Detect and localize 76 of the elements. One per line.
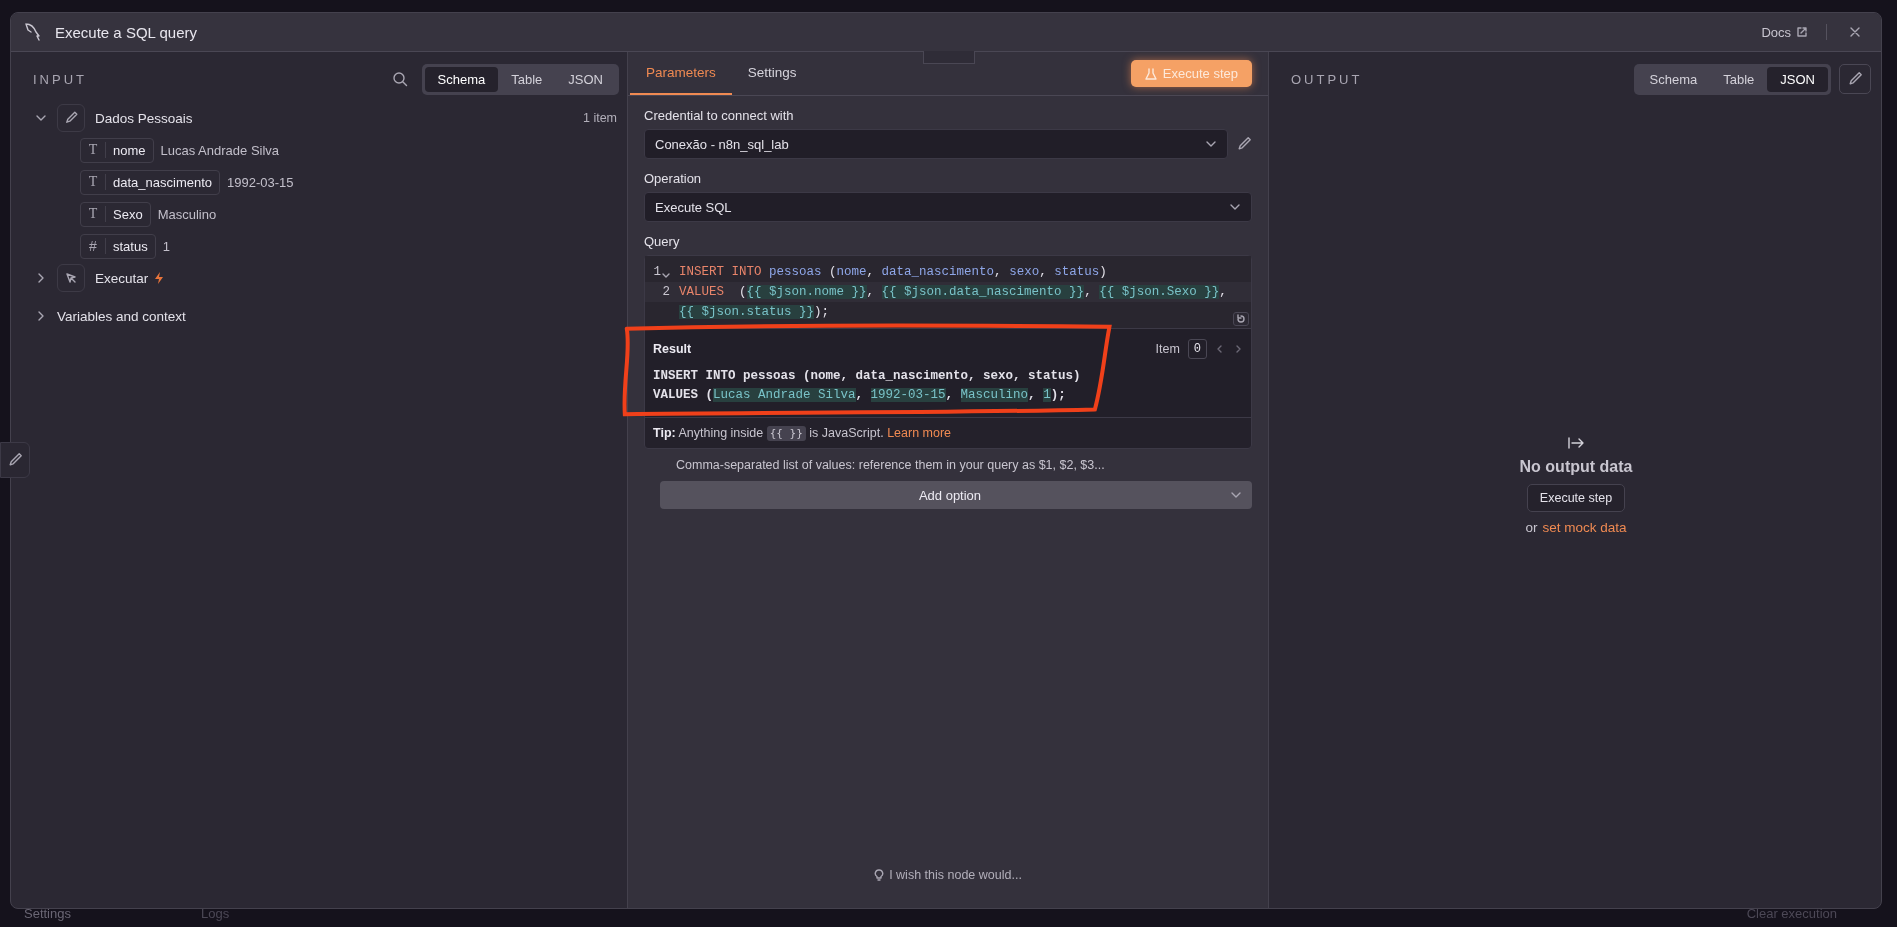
view-tab[interactable]: Table — [1710, 66, 1768, 92]
type-glyph: # — [81, 238, 106, 254]
field-key: data_nascimento — [106, 174, 219, 190]
learn-more-link[interactable]: Learn more — [887, 426, 952, 440]
close-icon — [1849, 26, 1861, 38]
variables-section-toggle[interactable]: Variables and context — [57, 308, 186, 324]
helper-text: Comma-separated list of values: reference them in your query as $1, $2, $3... — [675, 457, 1106, 472]
panel-heading: OUTPUT — [1290, 71, 1363, 87]
cursor-icon — [64, 271, 78, 285]
tab[interactable]: Settings — [731, 52, 813, 95]
field-value: 1992-03-15 — [227, 174, 294, 190]
view-tab[interactable]: Schema — [424, 66, 499, 92]
restore-icon — [1236, 314, 1246, 324]
field-key: Sexo — [106, 206, 150, 222]
line-number: 1 — [653, 264, 661, 281]
lightbulb-icon — [874, 869, 885, 881]
node-name[interactable]: Executar — [95, 270, 149, 286]
panel-heading: INPUT — [32, 71, 87, 87]
execute-step-button[interactable]: Execute step — [1526, 483, 1626, 512]
edit-output-button[interactable] — [1839, 64, 1871, 94]
item-label: Item — [1155, 342, 1180, 356]
window-title: Execute a SQL query — [55, 23, 198, 41]
tip-text: Tip: Anything inside {{ }} is JavaScript. Learn more — [645, 417, 1251, 448]
field-value: Lucas Andrade Silva — [160, 142, 280, 158]
field-key-pill[interactable]: # status — [80, 233, 156, 259]
item-count: 1 item — [582, 111, 618, 125]
code-editor[interactable]: 1 INSERT INTO pessoas (nome, data_nascimento, sexo, status) 2 VALUES ({{ $json.nome }}, {{ $json.data_nascimento }}, {{ $json.Sexo }}, {{ $json.status }}); — [645, 256, 1251, 328]
field-label: Query — [644, 234, 681, 249]
set-mock-data-link[interactable]: set mock data — [1542, 519, 1627, 535]
code-line: INSERT INTO pessoas (nome, data_nascimento, sexo, status) — [679, 264, 1107, 281]
empty-state-title: No output data — [1519, 457, 1633, 476]
field-key-pill[interactable]: T nome — [80, 137, 154, 163]
external-link-icon — [1796, 26, 1808, 38]
resize-button[interactable] — [1233, 312, 1249, 326]
view-tab[interactable]: JSON — [1767, 66, 1828, 92]
field-value: Masculino — [157, 206, 217, 222]
type-glyph: T — [81, 174, 106, 190]
edit-credential-button[interactable] — [1236, 136, 1252, 152]
type-glyph: T — [81, 142, 106, 158]
field-key-pill[interactable]: T Sexo — [80, 201, 151, 227]
add-option-button[interactable]: Add option — [660, 481, 1252, 509]
lightning-icon — [154, 272, 165, 284]
search-icon[interactable] — [391, 71, 408, 87]
pencil-icon — [64, 111, 78, 125]
tab[interactable]: Parameters — [630, 52, 732, 95]
pencil-icon — [1847, 71, 1863, 87]
result-line: INSERT INTO pessoas (nome, data_nascimento, sexo, status) — [653, 368, 1082, 385]
field-value: 1 — [162, 238, 170, 254]
field-key: status — [106, 238, 155, 254]
field-key-pill[interactable]: T data_nascimento — [80, 169, 220, 195]
result-label: Result — [653, 342, 692, 356]
line-number: 2 — [662, 284, 670, 301]
edit-button[interactable] — [0, 442, 30, 478]
field-key: nome — [106, 142, 153, 158]
pencil-icon — [7, 452, 23, 468]
view-tab[interactable]: JSON — [555, 66, 616, 92]
view-tab[interactable]: Schema — [1636, 66, 1711, 92]
view-tab[interactable]: Table — [498, 66, 556, 92]
dropdown-field[interactable]: Conexão - n8n_sql_lab — [644, 129, 1228, 159]
docs-link[interactable]: Docs — [1761, 24, 1808, 40]
logs-label: Logs — [201, 905, 230, 921]
node-name[interactable]: Dados Pessoais — [95, 110, 193, 126]
sidebar-label: Settings — [24, 905, 71, 921]
drag-handle[interactable] — [923, 51, 975, 64]
type-glyph: T — [81, 206, 106, 222]
dropdown-field[interactable]: Execute SQL — [644, 192, 1252, 222]
field-label: Credential to connect with — [644, 108, 795, 123]
arrow-right-to-line-icon — [1567, 435, 1585, 450]
pencil-icon — [1236, 136, 1252, 152]
feedback-link[interactable]: I wish this node would... — [874, 868, 1022, 882]
field-label: Operation — [644, 171, 703, 186]
code-line: VALUES ({{ $json.nome }}, {{ $json.data_nascimento }}, {{ $json.Sexo }}, — [679, 284, 1227, 301]
result-line: VALUES (Lucas Andrade Silva, 1992-03-15, Masculino, 1); — [653, 387, 1067, 404]
flask-icon — [1144, 67, 1157, 80]
or-label: or — [1525, 519, 1538, 535]
item-index-field[interactable]: 0 — [1187, 339, 1207, 359]
